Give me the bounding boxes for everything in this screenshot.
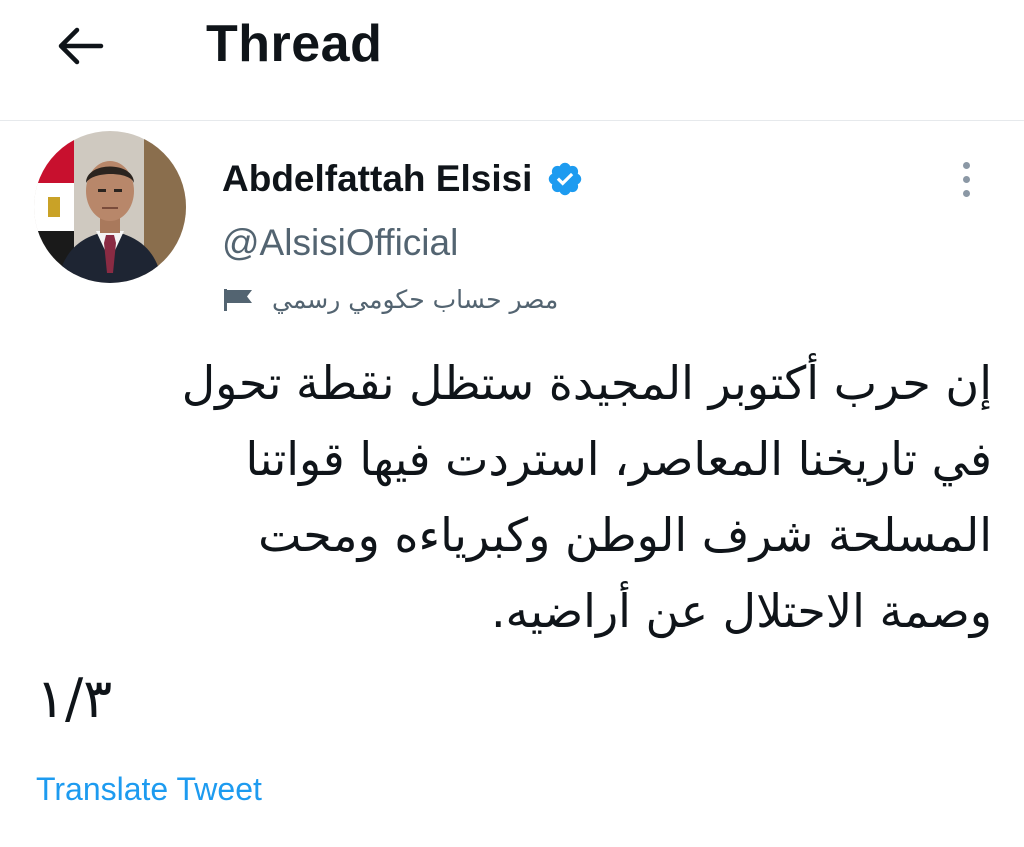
flag-icon xyxy=(224,289,252,311)
more-vertical-icon-dot xyxy=(962,175,970,183)
account-label-text: مصر حساب حكومي رسمي xyxy=(272,285,559,314)
tweet-text: إن حرب أكتوبر المجيدة ستظل نقطة تحول في … xyxy=(30,345,992,649)
back-button[interactable] xyxy=(52,20,108,72)
avatar[interactable] xyxy=(34,131,186,283)
tweet: Abdelfattah Elsisi @AlsisiOfficial مصر ح… xyxy=(0,121,1024,847)
more-vertical-icon-dot xyxy=(962,189,970,197)
verified-badge-icon xyxy=(549,162,582,196)
thread-counter: ١/٣ xyxy=(36,667,113,730)
top-bar: Thread xyxy=(0,0,1024,121)
more-vertical-icon xyxy=(962,161,970,169)
tweet-text-line: وصمة الاحتلال عن أراضيه. xyxy=(490,584,992,638)
author-name-row: Abdelfattah Elsisi xyxy=(222,155,584,203)
translate-tweet-link[interactable]: Translate Tweet xyxy=(36,767,262,811)
more-options-button[interactable] xyxy=(948,157,984,201)
display-name[interactable]: Abdelfattah Elsisi xyxy=(222,155,532,203)
author-handle[interactable]: @AlsisiOfficial xyxy=(222,219,458,267)
arrow-left-icon xyxy=(58,27,104,65)
page-title: Thread xyxy=(206,15,383,73)
tweet-text-line: المسلحة شرف الوطن وكبرياءه ومحت xyxy=(258,508,992,562)
profile-photo xyxy=(34,131,186,283)
tweet-text-line: إن حرب أكتوبر المجيدة ستظل نقطة تحول xyxy=(181,356,992,410)
tweet-text-line: في تاريخنا المعاصر، استردت فيها قواتنا xyxy=(245,432,992,486)
government-account-label[interactable]: مصر حساب حكومي رسمي xyxy=(222,280,558,320)
